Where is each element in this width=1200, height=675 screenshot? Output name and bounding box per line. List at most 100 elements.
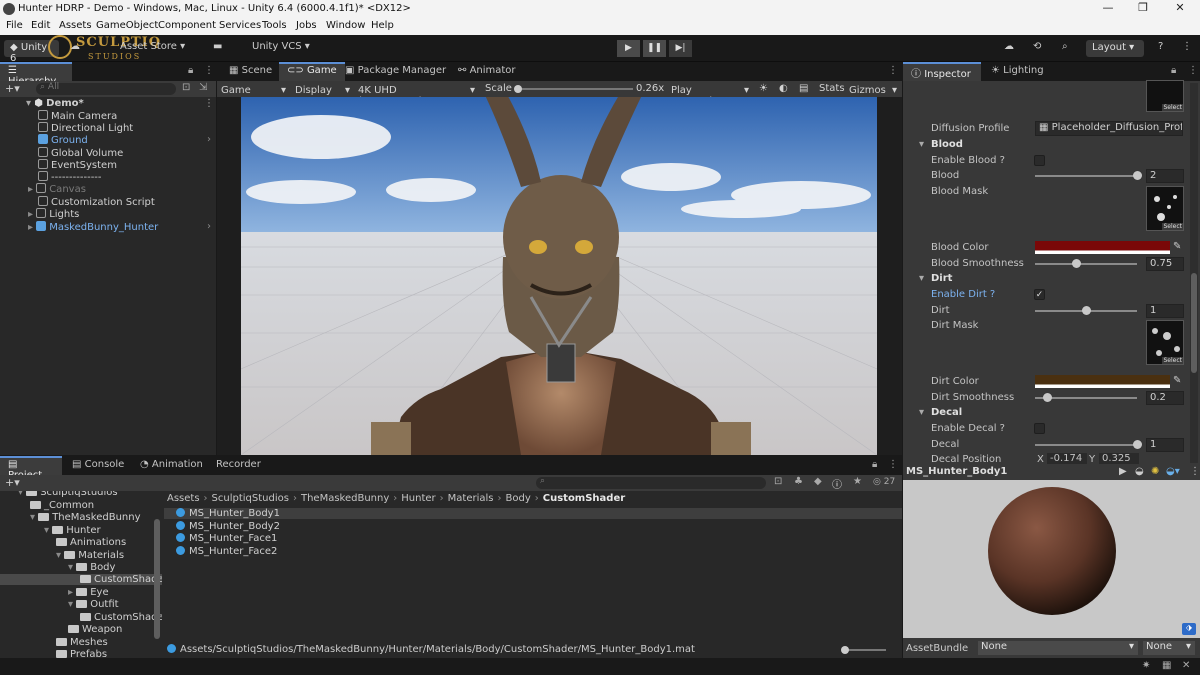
tab-recorder[interactable]: Recorder [208, 456, 269, 475]
menu-file[interactable]: File [6, 20, 23, 31]
hierarchy-item[interactable]: ▸ Canvas [28, 183, 86, 195]
tab-package-manager[interactable]: ▣ Package Manager [337, 62, 454, 81]
dirt-color-swatch[interactable] [1035, 375, 1170, 388]
maximize-button[interactable]: ❐ [1128, 1, 1158, 17]
project-tree-item[interactable]: Weapon [68, 624, 122, 635]
menu-window[interactable]: Window [326, 20, 365, 31]
project-tree-item[interactable]: CustomShader [0, 574, 162, 585]
blood-value-field[interactable]: 2 [1146, 169, 1184, 183]
dirt-slider-knob[interactable] [1082, 306, 1091, 315]
breadcrumb-item[interactable]: Hunter [401, 493, 435, 504]
bug-icon[interactable]: ✷ [1142, 660, 1150, 671]
stats-button[interactable]: Stats [819, 83, 845, 94]
minimize-button[interactable]: — [1093, 1, 1123, 17]
menu-component[interactable]: Component [158, 20, 216, 31]
tab-project[interactable]: ▤ Project [0, 456, 62, 481]
eyedropper-icon[interactable]: ✎ [1173, 375, 1181, 386]
notifications-icon[interactable]: ✕ [1182, 660, 1190, 671]
cloud-icon[interactable]: ☁ [1004, 41, 1014, 52]
hierarchy-item[interactable]: Ground [38, 134, 88, 146]
lock-icon[interactable]: 🔒︎ [188, 65, 193, 76]
tab-hierarchy[interactable]: ☰ Hierarchy [0, 62, 72, 87]
menu-help[interactable]: Help [371, 20, 394, 31]
trash-icon[interactable]: ▬ [213, 41, 222, 52]
play-button[interactable]: ▶ [617, 40, 640, 57]
blood-slider-knob[interactable] [1133, 171, 1142, 180]
open-prefab-icon[interactable]: › [207, 134, 211, 145]
more-menu-icon[interactable]: ⋮ [1182, 41, 1192, 52]
assetbundle-variant-dropdown[interactable]: None ▾ [1143, 641, 1195, 655]
decal-x-field[interactable]: -0.174 [1047, 453, 1087, 464]
project-tree-item[interactable]: ▾ Body [68, 562, 115, 573]
layout-dropdown[interactable]: Layout ▾ [1086, 40, 1144, 57]
project-tree-item[interactable]: ▸ Eye [68, 587, 109, 598]
tag-icon[interactable]: ◆ [814, 476, 822, 487]
vcs-cloud-icon[interactable]: ☁ [70, 41, 80, 52]
tab-game[interactable]: ⊂⊃ Game [279, 62, 345, 81]
bundle-tag-icon[interactable]: ⬗ [1182, 623, 1196, 635]
blood-color-swatch[interactable] [1035, 241, 1170, 254]
search-icon[interactable]: ⌕ [1062, 41, 1068, 52]
menu-jobs[interactable]: Jobs [296, 20, 317, 31]
blood-smoothness-slider[interactable] [1035, 263, 1137, 265]
breadcrumb-item[interactable]: Materials [448, 493, 494, 504]
expand-arrow-icon[interactable]: ▾ [56, 550, 64, 561]
project-menu-icon[interactable]: ⋮ [888, 459, 898, 470]
project-tree-item[interactable]: Meshes [56, 637, 108, 648]
eyedropper-icon[interactable]: ✎ [1173, 241, 1181, 252]
scale-slider-knob[interactable] [514, 85, 522, 93]
file-item[interactable]: MS_Hunter_Face1 [164, 533, 902, 544]
menu-tools[interactable]: Tools [262, 20, 287, 31]
progress-icon[interactable]: ▦ [1162, 660, 1171, 671]
decal-slider[interactable] [1035, 444, 1137, 446]
dirt-value-field[interactable]: 1 [1146, 304, 1184, 318]
breadcrumb-item[interactable]: TheMaskedBunny [301, 493, 389, 504]
dirt-smoothness-knob[interactable] [1043, 393, 1053, 402]
preview-sphere-icon[interactable]: ◒ [1135, 466, 1144, 477]
close-button[interactable]: ✕ [1165, 1, 1195, 17]
hierarchy-menu-icon[interactable]: ⋮ [204, 65, 214, 76]
breadcrumb-item[interactable]: SculptiqStudios [212, 493, 289, 504]
hierarchy-item[interactable]: Directional Light [38, 122, 133, 134]
info-icon[interactable]: ⓘ [832, 476, 842, 491]
dirt-smoothness-field[interactable]: 0.2 [1146, 391, 1184, 405]
hierarchy-item[interactable]: ▸ Lights [28, 208, 79, 220]
step-button[interactable]: ▶| [669, 40, 692, 57]
expand-arrow-icon[interactable]: ▸ [28, 222, 36, 233]
decal-value-field[interactable]: 1 [1146, 438, 1184, 452]
project-tree-item[interactable]: Prefabs [56, 649, 107, 658]
enable-blood-checkbox[interactable] [1034, 155, 1045, 166]
expand-arrow-icon[interactable]: ▾ [68, 599, 76, 610]
file-item[interactable]: MS_Hunter_Body2 [164, 520, 902, 532]
hierarchy-search-input[interactable]: ⌕ All [36, 82, 176, 95]
decal-header[interactable]: ▾ Decal [903, 405, 1200, 421]
filter-icon[interactable]: ⊡ [182, 82, 190, 93]
tab-animator[interactable]: ⚯ Animator [450, 62, 524, 81]
create-icon[interactable]: +▾ [5, 476, 20, 489]
breadcrumb-item[interactable]: Body [506, 493, 531, 504]
expand-arrow-icon[interactable]: ▸ [28, 209, 36, 220]
inspector-menu-icon[interactable]: ⋮ [1188, 65, 1198, 76]
menu-assets[interactable]: Assets [59, 20, 92, 31]
file-item[interactable]: MS_Hunter_Face2 [164, 545, 902, 557]
project-tree-item[interactable]: _Common [30, 500, 94, 511]
project-tree-item[interactable]: ▾ Outfit [68, 599, 119, 610]
menu-services[interactable]: Services [219, 20, 261, 31]
preview-menu-icon[interactable]: ⋮ [1190, 466, 1200, 477]
game-viewport[interactable] [241, 97, 877, 455]
project-tree-item[interactable]: ▾ TheMaskedBunny [30, 512, 141, 523]
tab-scene[interactable]: ▦ Scene [221, 62, 280, 81]
enable-dirt-checkbox[interactable]: ✓ [1034, 289, 1045, 300]
blood-foldout-icon[interactable]: ▾ [919, 139, 924, 150]
preview-light-icon[interactable]: ✺ [1151, 466, 1159, 477]
expand-arrow-icon[interactable]: ▸ [28, 184, 36, 195]
scene-menu-icon[interactable]: ⋮ [204, 98, 214, 109]
inspector-lock-icon[interactable]: 🔒︎ [1171, 65, 1176, 76]
project-tree-item[interactable]: Animations [56, 537, 126, 548]
search-by-type-icon[interactable]: ⊡ [774, 476, 782, 487]
project-tree-item[interactable]: ▾ SculptiqStudios [18, 491, 118, 498]
sort-icon[interactable]: ⇲ [199, 82, 207, 93]
preview-shape-dropdown[interactable]: ◒▾ [1166, 466, 1180, 477]
search-by-label-icon[interactable]: ♣ [794, 476, 803, 487]
project-lock-icon[interactable]: 🔒︎ [872, 459, 877, 470]
